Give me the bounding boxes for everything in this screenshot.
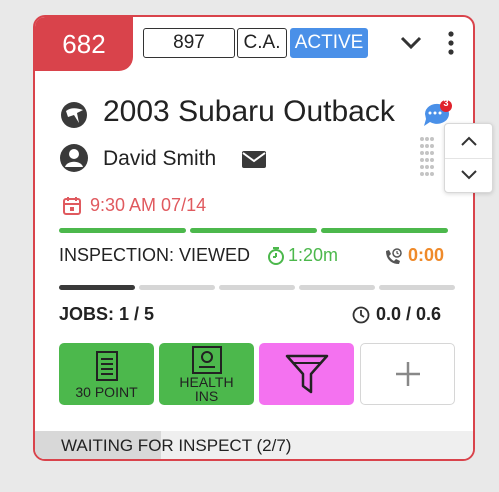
jobs-count: JOBS: 1 / 5 bbox=[59, 304, 155, 324]
workflow-status-bar: WAITING FOR INSPECT (2/7) bbox=[35, 431, 473, 459]
stopwatch-icon bbox=[265, 245, 287, 267]
checklist-icon bbox=[95, 350, 118, 381]
mail-icon[interactable] bbox=[241, 150, 267, 168]
drag-handle-icon[interactable] bbox=[415, 135, 439, 179]
filter-button[interactable] bbox=[259, 343, 354, 405]
tile-label-line2: INS bbox=[194, 387, 219, 404]
progress-segment bbox=[379, 285, 455, 290]
tile-label-line1: HEALTH bbox=[179, 373, 234, 390]
move-up-button[interactable] bbox=[445, 124, 492, 159]
phone-clock-icon bbox=[382, 246, 404, 268]
progress-segment bbox=[59, 285, 135, 290]
hours-value: 0.0 / 0.6 bbox=[376, 304, 442, 324]
chat-badge-count: 3 bbox=[443, 98, 449, 108]
tile-label: 30 POINT bbox=[75, 383, 138, 400]
appointment-time: 9:30 AM 07/14 bbox=[90, 195, 207, 215]
user-icon bbox=[59, 143, 89, 173]
reorder-popup bbox=[444, 123, 493, 193]
vehicle-title: 2003 Subaru Outback bbox=[103, 95, 395, 128]
progress-segment bbox=[299, 285, 375, 290]
thirty-point-inspection-button[interactable]: 30 POINT bbox=[59, 343, 154, 405]
inspection-status: INSPECTION: VIEWED bbox=[59, 245, 251, 265]
chevron-down-icon[interactable] bbox=[396, 30, 426, 56]
chevron-up-icon bbox=[460, 136, 477, 146]
code-chip: C.A. bbox=[237, 28, 287, 58]
owner-name: David Smith bbox=[103, 147, 217, 170]
chevron-down-icon bbox=[460, 170, 477, 180]
health-report-icon bbox=[191, 345, 222, 374]
calendar-icon bbox=[61, 195, 83, 217]
status-chip: ACTIVE bbox=[290, 28, 368, 58]
more-options-icon[interactable] bbox=[442, 29, 460, 57]
repair-order-card[interactable]: 682 897 C.A. ACTIVE 2003 Subaru Outback … bbox=[33, 15, 475, 461]
inspection-progress-bar bbox=[59, 228, 448, 233]
vehicle-brand-icon bbox=[59, 100, 89, 130]
order-number-badge: 682 bbox=[35, 17, 133, 71]
inspection-timer: 1:20m bbox=[288, 245, 339, 265]
workflow-status-text: WAITING FOR INSPECT (2/7) bbox=[61, 436, 292, 455]
move-down-button[interactable] bbox=[445, 158, 492, 192]
add-button[interactable] bbox=[360, 343, 455, 405]
jobs-progress-bar bbox=[59, 285, 455, 290]
progress-segment bbox=[219, 285, 295, 290]
health-inspection-button[interactable]: HEALTH INS bbox=[159, 343, 254, 405]
progress-segment bbox=[59, 228, 186, 233]
progress-segment bbox=[321, 228, 448, 233]
filter-icon bbox=[285, 354, 328, 394]
clock-icon bbox=[351, 305, 371, 325]
tag-chip: 897 bbox=[143, 28, 235, 58]
progress-segment bbox=[139, 285, 215, 290]
call-time: 0:00 bbox=[408, 245, 445, 265]
plus-icon bbox=[395, 362, 420, 386]
progress-segment bbox=[190, 228, 317, 233]
